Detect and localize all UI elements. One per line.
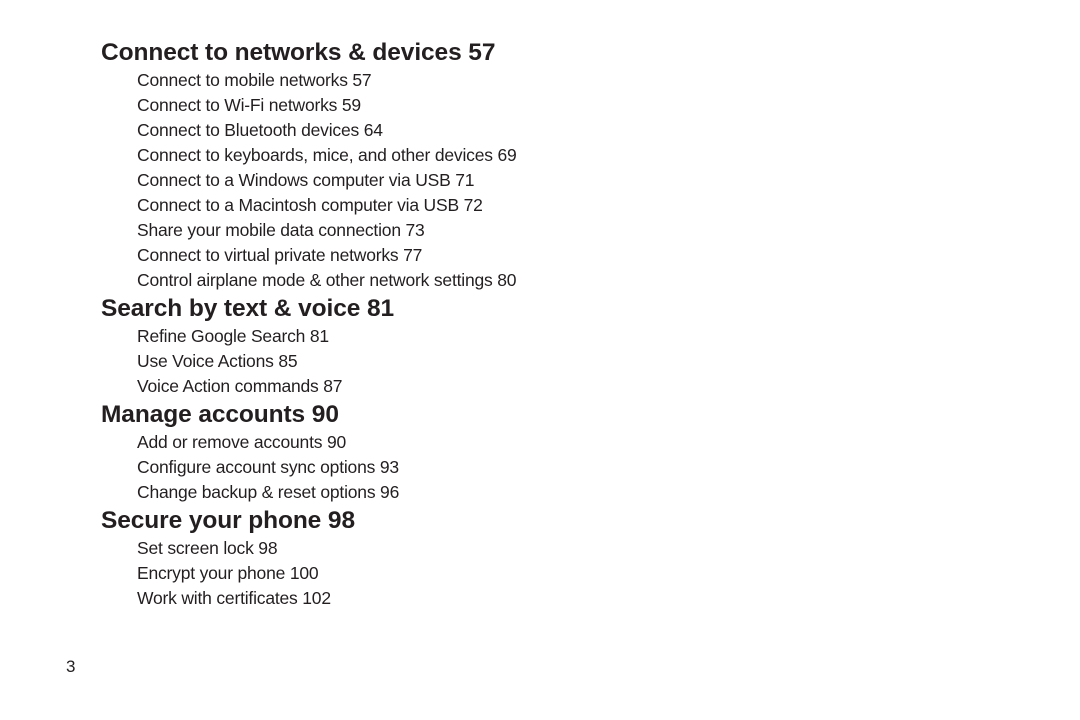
page-number: 3 bbox=[66, 657, 76, 676]
toc-entry[interactable]: Connect to Bluetooth devices 64 bbox=[137, 118, 517, 143]
toc-section-search: Search by text & voice 81 Refine Google … bbox=[101, 293, 517, 399]
toc-entry[interactable]: Configure account sync options 93 bbox=[137, 455, 517, 480]
toc-entry[interactable]: Connect to keyboards, mice, and other de… bbox=[137, 143, 517, 168]
toc-entry[interactable]: Work with certificates 102 bbox=[137, 586, 517, 611]
toc-section-accounts: Manage accounts 90 Add or remove account… bbox=[101, 399, 517, 505]
toc-entry[interactable]: Control airplane mode & other network se… bbox=[137, 268, 517, 293]
section-items: Set screen lock 98 Encrypt your phone 10… bbox=[101, 536, 517, 611]
toc-entry[interactable]: Connect to a Windows computer via USB 71 bbox=[137, 168, 517, 193]
toc-section-secure: Secure your phone 98 Set screen lock 98 … bbox=[101, 505, 517, 611]
section-heading[interactable]: Secure your phone 98 bbox=[101, 505, 517, 536]
toc-entry[interactable]: Connect to a Macintosh computer via USB … bbox=[137, 193, 517, 218]
toc-entry[interactable]: Share your mobile data connection 73 bbox=[137, 218, 517, 243]
toc-entry[interactable]: Connect to virtual private networks 77 bbox=[137, 243, 517, 268]
toc-entry[interactable]: Voice Action commands 87 bbox=[137, 374, 517, 399]
toc-section-connect: Connect to networks & devices 57 Connect… bbox=[101, 37, 517, 293]
toc-entry[interactable]: Set screen lock 98 bbox=[137, 536, 517, 561]
section-items: Refine Google Search 81 Use Voice Action… bbox=[101, 324, 517, 399]
toc-entry[interactable]: Connect to Wi-Fi networks 59 bbox=[137, 93, 517, 118]
toc-entry[interactable]: Add or remove accounts 90 bbox=[137, 430, 517, 455]
toc-entry[interactable]: Refine Google Search 81 bbox=[137, 324, 517, 349]
section-items: Add or remove accounts 90 Configure acco… bbox=[101, 430, 517, 505]
toc-entry[interactable]: Connect to mobile networks 57 bbox=[137, 68, 517, 93]
section-heading[interactable]: Manage accounts 90 bbox=[101, 399, 517, 430]
section-heading[interactable]: Search by text & voice 81 bbox=[101, 293, 517, 324]
toc-entry[interactable]: Change backup & reset options 96 bbox=[137, 480, 517, 505]
table-of-contents: Connect to networks & devices 57 Connect… bbox=[101, 37, 517, 611]
toc-entry[interactable]: Use Voice Actions 85 bbox=[137, 349, 517, 374]
toc-entry[interactable]: Encrypt your phone 100 bbox=[137, 561, 517, 586]
section-items: Connect to mobile networks 57 Connect to… bbox=[101, 68, 517, 293]
section-heading[interactable]: Connect to networks & devices 57 bbox=[101, 37, 517, 68]
